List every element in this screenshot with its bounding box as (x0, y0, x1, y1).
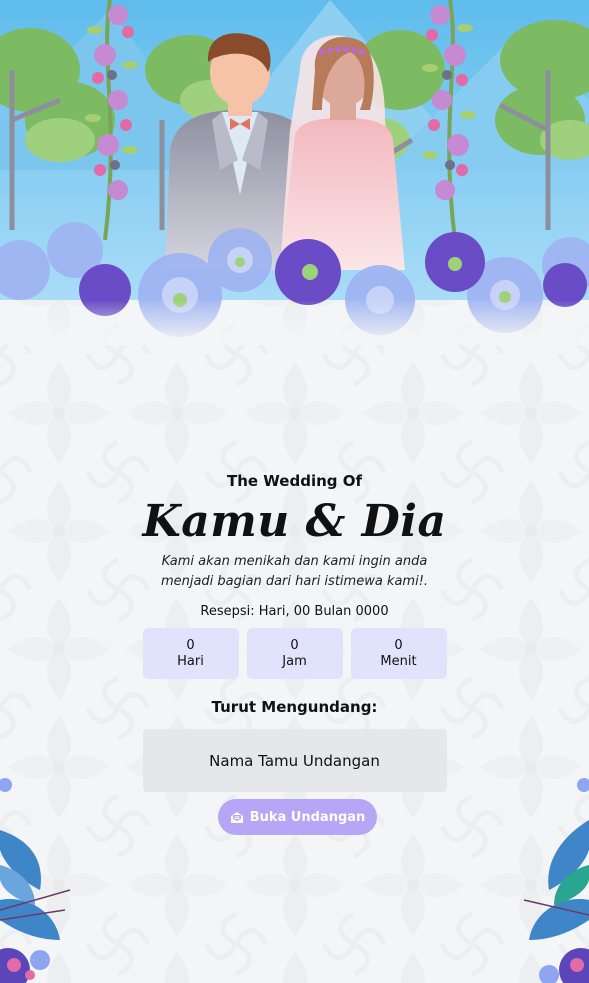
countdown-days-value: 0 (186, 637, 195, 653)
invitation-message: Kami akan menikah dan kami ingin anda me… (160, 554, 429, 589)
envelope-open-icon (230, 812, 243, 823)
couple-names: Kamu & Dia (142, 496, 447, 547)
wedding-subtitle: The Wedding Of (226, 472, 363, 490)
countdown-minutes: 0 Menit (350, 628, 447, 679)
invitation-content: The Wedding Of Kamu & Dia Kami akan meni… (0, 470, 589, 792)
floral-corner-right-decoration (523, 778, 589, 983)
countdown-hours: 0 Jam (246, 628, 343, 679)
wedding-couple-illustration (0, 0, 589, 345)
guest-name: Nama Tamu Undangan (209, 751, 380, 770)
open-invitation-button[interactable]: Buka Undangan (218, 799, 377, 835)
floral-corner-left-decoration (0, 778, 71, 983)
reception-date: Resepsi: Hari, 00 Bulan 0000 (200, 604, 389, 619)
countdown-days-label: Hari (177, 653, 204, 669)
invitation-page: The Wedding Of Kamu & Dia Kami akan meni… (0, 0, 589, 983)
countdown-days: 0 Hari (142, 628, 239, 679)
countdown-minutes-label: Menit (380, 653, 417, 669)
countdown-hours-value: 0 (290, 637, 299, 653)
countdown-hours-label: Jam (282, 653, 307, 669)
countdown-minutes-value: 0 (394, 637, 403, 653)
invite-heading: Turut Mengundang: (211, 698, 378, 716)
guest-name-box: Nama Tamu Undangan (142, 729, 447, 792)
countdown-timer: 0 Hari 0 Jam 0 Menit (0, 628, 589, 679)
open-invitation-label: Buka Undangan (249, 809, 366, 825)
